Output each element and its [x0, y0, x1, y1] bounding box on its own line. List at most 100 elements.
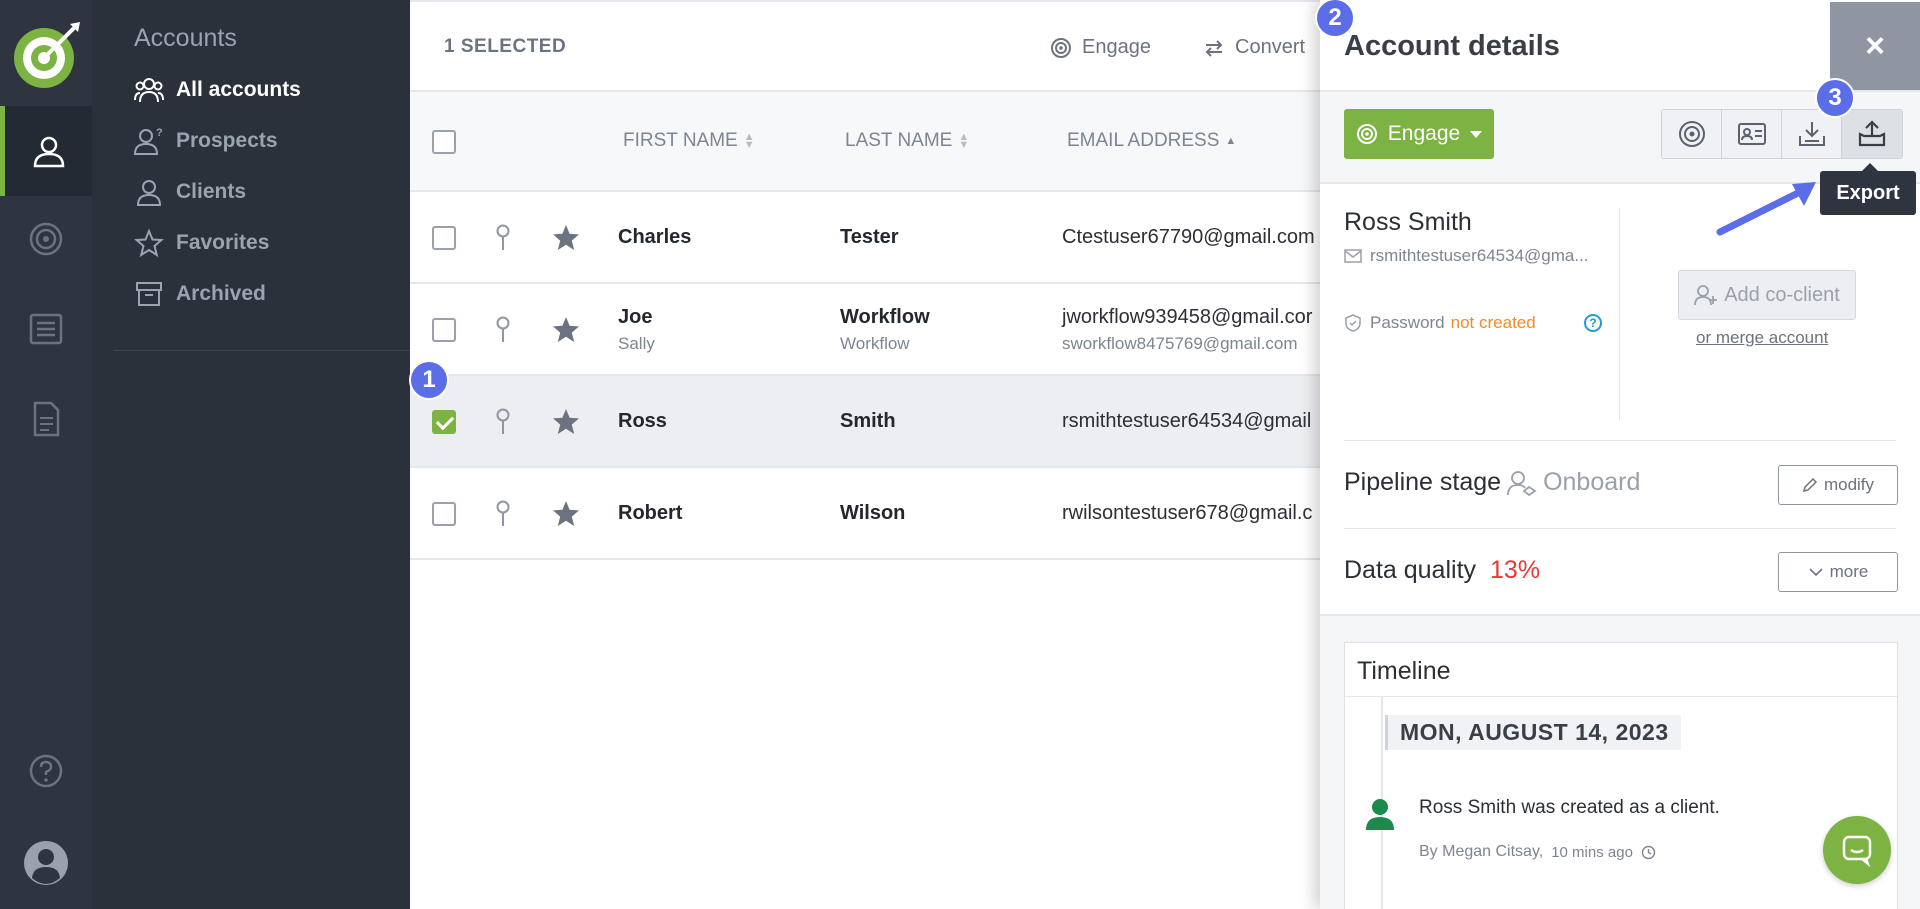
nav-list-icon[interactable]	[0, 284, 92, 374]
export-button[interactable]	[1842, 110, 1902, 158]
first-name-cell: Joe	[618, 306, 653, 328]
close-icon: ×	[1865, 26, 1885, 65]
add-coclient-button[interactable]: Add co-client	[1678, 270, 1856, 320]
last-name-secondary: Workflow	[840, 334, 910, 353]
last-name-cell: Tester	[840, 226, 899, 248]
envelope-icon	[1344, 249, 1362, 263]
column-last-name[interactable]: LAST NAME ▲ ▼	[845, 130, 969, 152]
icon-rail	[0, 0, 92, 909]
modify-label: modify	[1823, 475, 1875, 494]
engage-target-button[interactable]	[1662, 110, 1722, 158]
last-name-cell: Workflow	[840, 306, 930, 328]
column-first-name[interactable]: FIRST NAME ▲ ▼	[623, 130, 755, 152]
pencil-icon	[1802, 477, 1818, 493]
sort-asc-icon: ▲	[1225, 135, 1237, 147]
timeline-card: Timeline MON, AUGUST 14, 2023 Ross Smith…	[1344, 642, 1898, 909]
person-icon	[136, 180, 162, 206]
favorite-star-icon[interactable]	[552, 500, 580, 528]
vertical-divider	[1619, 208, 1620, 420]
chat-support-button[interactable]	[1823, 816, 1891, 884]
pin-icon[interactable]	[494, 408, 512, 436]
bulk-convert-label: Convert	[1235, 36, 1306, 58]
favorite-star-icon[interactable]	[552, 224, 580, 252]
bulk-engage-button[interactable]: Engage	[1050, 36, 1151, 59]
accounts-table-area: 1 SELECTED Engage Convert FIRST NAME ▲ ▼ …	[410, 0, 1320, 909]
close-panel-button[interactable]: ×	[1830, 2, 1920, 90]
table-row[interactable]: Robert Wilson rwilsontestuser678@gmail.c	[410, 468, 1320, 560]
contact-email-text: rsmithtestuser64534@gma...	[1370, 246, 1589, 265]
favorite-star-icon[interactable]	[552, 408, 580, 436]
table-row-selected[interactable]: Ross Smith rsmithtestuser64534@gmail	[410, 376, 1320, 468]
table-row[interactable]: Charles Tester Ctestuser67790@gmail.com	[410, 192, 1320, 284]
pin-icon[interactable]	[494, 224, 512, 252]
person-filled-icon	[1366, 799, 1394, 830]
selected-count: 1 SELECTED	[444, 36, 567, 57]
first-name-secondary: Sally	[618, 334, 655, 353]
subnav-item-prospects[interactable]: ? Prospects	[134, 123, 278, 159]
contact-card-button[interactable]	[1722, 110, 1782, 158]
email-cell: rwilsontestuser678@gmail.c	[1062, 502, 1313, 524]
row-checkbox[interactable]	[432, 318, 456, 342]
nav-help-icon[interactable]	[0, 726, 92, 816]
modify-stage-button[interactable]: modify	[1778, 465, 1898, 505]
bulk-engage-label: Engage	[1082, 36, 1151, 58]
chevron-down-icon	[1809, 568, 1823, 577]
subnav-item-all-accounts[interactable]: All accounts	[134, 72, 301, 108]
column-email-address[interactable]: EMAIL ADDRESS ▲	[1067, 130, 1236, 152]
sort-icon: ▲ ▼	[958, 131, 970, 151]
nav-engage-icon[interactable]	[0, 194, 92, 284]
timeline-time: 10 mins ago	[1551, 843, 1633, 861]
first-name-cell: Ross	[618, 410, 667, 432]
help-icon	[29, 754, 63, 788]
last-name-cell: Smith	[840, 410, 896, 432]
person-question-icon: ?	[134, 127, 163, 155]
accounts-subnav: Accounts All accounts ? Prospects Client…	[92, 0, 410, 909]
first-name-cell: Charles	[618, 226, 692, 248]
email-cell: rsmithtestuser64534@gmail	[1062, 410, 1312, 432]
timeline-event-meta: By Megan Citsay, 10 mins ago	[1419, 843, 1656, 861]
favorite-star-icon[interactable]	[552, 316, 580, 344]
nav-accounts-icon[interactable]	[0, 106, 92, 196]
pin-icon[interactable]	[494, 316, 512, 344]
first-name-cell: Robert	[618, 502, 683, 524]
password-help-icon[interactable]: ?	[1584, 314, 1602, 332]
list-icon	[29, 313, 63, 345]
pin-icon[interactable]	[494, 500, 512, 528]
id-card-icon	[1737, 123, 1766, 145]
row-checkbox-checked[interactable]	[432, 410, 456, 434]
table-row[interactable]: Joe Sally Workflow Workflow jworkflow939…	[410, 284, 1320, 376]
step-badge-1: 1	[409, 360, 449, 400]
engage-label: Engage	[1387, 122, 1461, 145]
app-logo[interactable]	[10, 20, 82, 92]
row-checkbox[interactable]	[432, 502, 456, 526]
pipeline-stage-text: Onboard	[1543, 468, 1641, 496]
chat-bubble-icon	[1842, 835, 1872, 867]
export-tooltip: Export	[1820, 163, 1916, 215]
subnav-label: Prospects	[176, 129, 278, 152]
column-label: FIRST NAME	[623, 130, 738, 151]
nav-document-icon[interactable]	[0, 374, 92, 464]
divider	[1344, 440, 1896, 441]
contact-name: Ross Smith	[1344, 208, 1472, 236]
select-all-checkbox[interactable]	[432, 130, 456, 154]
engage-dropdown-button[interactable]: Engage	[1344, 109, 1494, 159]
subnav-item-archived[interactable]: Archived	[134, 276, 266, 312]
subnav-item-clients[interactable]: Clients	[134, 174, 246, 210]
user-avatar-icon[interactable]	[0, 818, 92, 908]
email-cell: Ctestuser67790@gmail.com	[1062, 226, 1315, 248]
account-details-panel: Account details × Engage Ross Smith rsmi…	[1320, 0, 1920, 909]
subnav-item-favorites[interactable]: Favorites	[134, 225, 269, 261]
document-icon	[33, 401, 60, 437]
row-checkbox[interactable]	[432, 226, 456, 250]
bulk-convert-button[interactable]: Convert	[1203, 36, 1305, 59]
contact-email[interactable]: rsmithtestuser64534@gma...	[1344, 246, 1589, 266]
person-plus-icon	[1694, 285, 1718, 306]
target-icon	[29, 222, 63, 256]
subnav-label: Favorites	[176, 231, 270, 254]
timeline-author: By Megan Citsay,	[1419, 843, 1544, 860]
pipeline-stage-row: Pipeline stage Onboard	[1344, 468, 1640, 497]
more-button[interactable]: more	[1778, 552, 1898, 592]
clock-icon	[1641, 845, 1656, 859]
merge-account-link[interactable]: or merge account	[1696, 328, 1828, 348]
caret-down-icon	[1470, 130, 1483, 138]
